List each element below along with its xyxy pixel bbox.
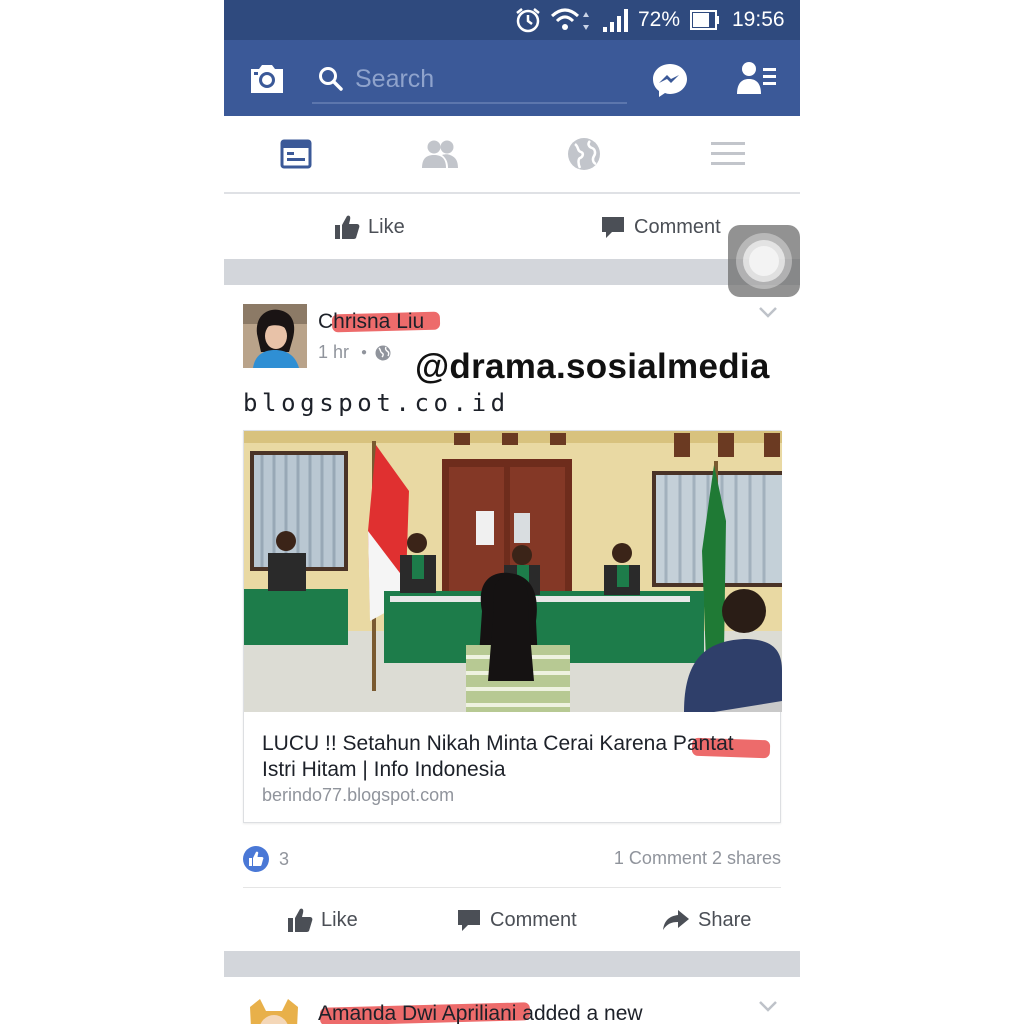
post-meta: 1 hr ● <box>318 342 391 363</box>
feed-separator <box>224 259 800 285</box>
like-button[interactable]: Like <box>287 888 358 952</box>
globe-icon <box>375 345 391 360</box>
like-count: 3 <box>279 848 290 869</box>
status-bar: 72% 19:56 <box>224 0 800 40</box>
comments-shares-count[interactable]: 1 Comment 2 shares <box>614 848 781 869</box>
globe-notifications-icon <box>568 138 600 170</box>
next-post-author[interactable]: Amanda Dwi Apriliani <box>318 1002 516 1024</box>
post-time: 1 hr <box>318 342 350 362</box>
tab-news-feed[interactable] <box>224 116 368 192</box>
comment-icon <box>458 910 480 931</box>
like-label: Like <box>368 215 405 238</box>
separator-dot: ● <box>361 347 368 358</box>
author-name[interactable]: Chrisna Liu <box>318 310 424 334</box>
post-text: blogspot.co.id <box>243 389 510 417</box>
tab-friends[interactable] <box>368 116 512 192</box>
like-button[interactable]: Like <box>334 195 405 259</box>
post-options-chevron-icon[interactable] <box>758 305 778 319</box>
next-post-header: Amanda Dwi Apriliani added a new <box>318 1002 643 1024</box>
friend-requests-icon[interactable] <box>736 60 778 98</box>
link-domain: berindo77.blogspot.com <box>262 785 455 805</box>
signal-icon <box>602 0 632 40</box>
author-avatar[interactable] <box>243 304 307 368</box>
post-card: Chrisna Liu 1 hr ● @drama.sosialmedia bl… <box>224 285 800 952</box>
link-preview-card[interactable]: LUCU !! Setahun Nikah Minta Cerai Karena… <box>243 430 782 823</box>
search-icon <box>319 67 343 91</box>
next-post-action: added a new <box>516 1002 643 1024</box>
previous-post-actions: Like Comment <box>224 195 800 259</box>
post-options-chevron-icon[interactable] <box>758 999 778 1013</box>
post-actions: Like Comment Share <box>224 888 800 952</box>
menu-icon <box>711 142 745 165</box>
phone-screen: 72% 19:56 Search Like Comment Chrisna Li… <box>224 0 800 1024</box>
wifi-icon <box>550 0 594 40</box>
battery-icon <box>690 0 720 40</box>
friends-icon <box>422 140 458 168</box>
news-feed-icon <box>280 139 312 169</box>
next-post-avatar[interactable] <box>248 997 300 1024</box>
watermark-text: @drama.sosialmedia <box>415 347 770 386</box>
comment-button[interactable]: Comment <box>600 195 721 259</box>
alarm-icon <box>514 0 542 40</box>
like-label: Like <box>321 908 358 931</box>
next-post-card: Amanda Dwi Apriliani added a new <box>224 977 800 1024</box>
share-icon <box>663 910 689 930</box>
comment-label: Comment <box>634 215 721 238</box>
search-input[interactable]: Search <box>312 58 627 104</box>
like-reaction-icon <box>243 846 269 872</box>
comment-button[interactable]: Comment <box>456 888 577 952</box>
battery-percent: 72% <box>638 8 681 31</box>
assistive-touch-ring <box>749 246 779 276</box>
clock: 19:56 <box>732 8 785 31</box>
camera-icon[interactable] <box>248 62 286 96</box>
comment-label: Comment <box>490 908 577 931</box>
reaction-summary[interactable]: 3 <box>243 845 289 873</box>
thumbs-up-icon <box>288 908 313 932</box>
link-title[interactable]: LUCU !! Setahun Nikah Minta Cerai Karena… <box>262 731 772 783</box>
share-label: Share <box>698 908 752 931</box>
comment-icon <box>602 217 624 238</box>
link-preview-image <box>244 431 782 712</box>
share-button[interactable]: Share <box>662 888 751 952</box>
tab-bar <box>224 116 800 194</box>
tab-menu[interactable] <box>656 116 800 192</box>
tab-notifications[interactable] <box>512 116 656 192</box>
messenger-icon[interactable] <box>652 62 688 98</box>
search-placeholder: Search <box>355 65 435 93</box>
app-header: Search <box>224 40 800 116</box>
feed-separator <box>224 951 800 977</box>
assistive-touch-button[interactable] <box>728 225 800 297</box>
thumbs-up-icon <box>335 215 360 239</box>
